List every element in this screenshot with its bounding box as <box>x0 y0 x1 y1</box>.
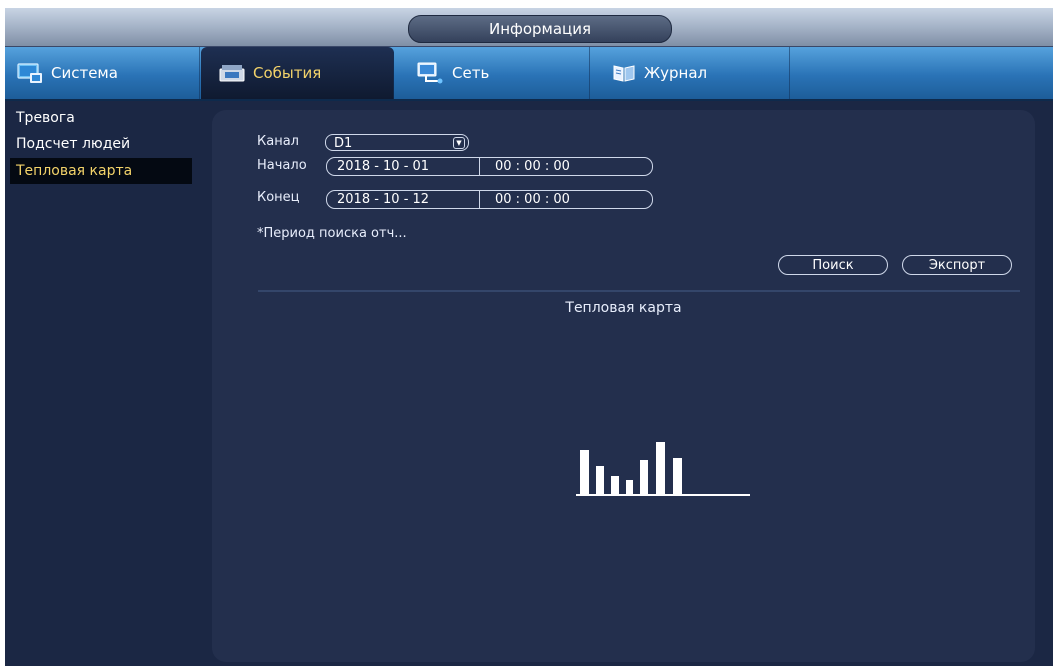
tab-events-label: События <box>253 64 322 82</box>
tab-events[interactable]: События <box>201 47 394 99</box>
channel-select[interactable]: D1 ▼ <box>325 134 469 151</box>
search-button[interactable]: Поиск <box>778 255 888 275</box>
monitor-icon <box>17 62 43 84</box>
channel-value: D1 <box>334 136 353 151</box>
app-window: Информация Система События Сеть Журнал Т… <box>5 8 1053 666</box>
tab-journal-label: Журнал <box>644 64 708 82</box>
start-date-input[interactable]: 2018 - 10 - 01 <box>337 158 429 175</box>
tab-network[interactable]: Сеть <box>394 47 590 99</box>
title-bar: Информация <box>5 8 1053 47</box>
heatmap-title: Тепловая карта <box>565 300 682 316</box>
main-tab-bar: Система События Сеть Журнал <box>5 47 1053 101</box>
events-icon <box>219 63 245 83</box>
sidebar-item-alarm[interactable]: Тревога <box>10 105 192 131</box>
content-panel: Канал D1 ▼ Начало 2018 - 10 - 01 00 : 00… <box>212 110 1035 662</box>
tab-network-label: Сеть <box>452 64 490 82</box>
start-time-input[interactable]: 00 : 00 : 00 <box>495 158 570 175</box>
network-icon <box>416 62 444 84</box>
end-time-input[interactable]: 00 : 00 : 00 <box>495 191 570 208</box>
window-title: Информация <box>408 15 672 43</box>
section-divider <box>258 290 1020 292</box>
end-label: Конец <box>257 190 300 205</box>
channel-label: Канал <box>257 134 299 149</box>
export-button[interactable]: Экспорт <box>902 255 1012 275</box>
end-datetime-field[interactable]: 2018 - 10 - 12 00 : 00 : 00 <box>326 190 653 209</box>
sidebar: Тревога Подсчет людей Тепловая карта <box>5 101 200 666</box>
search-period-note: *Период поиска отч... <box>257 226 407 241</box>
start-datetime-field[interactable]: 2018 - 10 - 01 00 : 00 : 00 <box>326 157 653 176</box>
date-time-divider <box>479 190 480 209</box>
bar-chart-icon <box>572 428 762 504</box>
tab-system-label: Система <box>51 64 118 82</box>
chevron-down-icon[interactable]: ▼ <box>453 137 465 149</box>
date-time-divider <box>479 157 480 176</box>
tab-system[interactable]: Система <box>5 47 200 99</box>
sidebar-item-people-counting[interactable]: Подсчет людей <box>10 131 192 157</box>
tab-journal[interactable]: Журнал <box>590 47 790 99</box>
sidebar-item-heatmap[interactable]: Тепловая карта <box>10 158 192 184</box>
journal-icon <box>612 63 636 83</box>
end-date-input[interactable]: 2018 - 10 - 12 <box>337 191 429 208</box>
start-label: Начало <box>257 158 307 173</box>
